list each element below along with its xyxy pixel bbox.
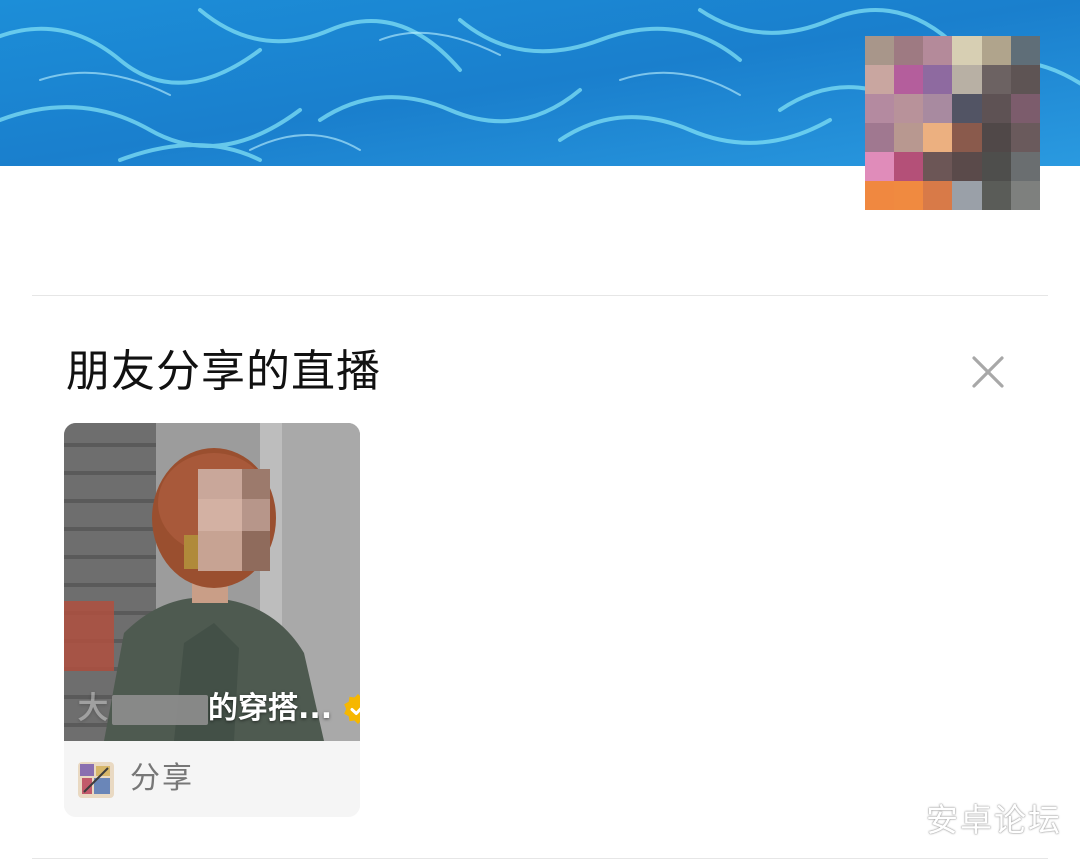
avatar-pixel [923, 181, 953, 210]
avatar-pixel [952, 65, 982, 94]
shared-live-thumbnail [78, 762, 114, 798]
close-button[interactable] [962, 346, 1014, 398]
bottom-divider [32, 858, 1048, 859]
avatar-pixel [952, 152, 982, 181]
avatar-pixel [865, 152, 895, 181]
avatar-pixel [894, 65, 924, 94]
live-title-visible: 的穿搭... [208, 691, 333, 726]
close-icon [972, 356, 1004, 388]
avatar-pixel [1010, 181, 1040, 210]
avatar-pixel [865, 94, 895, 123]
avatar-pixel [981, 123, 1011, 152]
avatar-pixel [923, 94, 953, 123]
avatar-pixel [894, 152, 924, 181]
avatar-pixel [1010, 36, 1040, 65]
live-title-text: 大 的穿搭... [78, 689, 332, 729]
avatar-pixel [865, 123, 895, 152]
avatar-pixel [952, 36, 982, 65]
avatar-pixel [981, 94, 1011, 123]
avatar-pixel [865, 65, 895, 94]
shared-live-card[interactable]: 大 的穿搭... 分享 [64, 423, 360, 817]
avatar-pixel [923, 123, 953, 152]
header-divider [32, 295, 1048, 296]
share-label: 分享 [130, 761, 194, 796]
live-title-prefix: 大 [78, 691, 108, 726]
avatar-pixel [981, 65, 1011, 94]
avatar-pixel [923, 152, 953, 181]
avatar-pixel [1010, 94, 1040, 123]
avatar-pixel [865, 36, 895, 65]
share-row: 分享 [64, 741, 360, 817]
avatar-pixel [952, 181, 982, 210]
blurred-name [112, 694, 208, 725]
watermark: 安卓论坛 [925, 801, 1062, 839]
avatar-pixel [1010, 152, 1040, 181]
avatar-pixel [952, 94, 982, 123]
avatar-pixel [923, 36, 953, 65]
avatar-pixel [981, 36, 1011, 65]
avatar-pixel [923, 65, 953, 94]
avatar-pixel [1010, 65, 1040, 94]
live-title: 大 的穿搭... [78, 689, 360, 729]
avatar-pixel [981, 152, 1011, 181]
avatar[interactable] [865, 36, 1040, 210]
live-thumbnail: 大 的穿搭... [64, 423, 360, 741]
avatar-pixel [865, 181, 895, 210]
section-title: 朋友分享的直播 [66, 346, 381, 397]
avatar-pixel [981, 181, 1011, 210]
avatar-pixel [894, 36, 924, 65]
avatar-pixel [894, 94, 924, 123]
avatar-pixel [952, 123, 982, 152]
avatar-pixel [894, 123, 924, 152]
avatar-pixel [894, 181, 924, 210]
moments-page: 朋友分享的直播 大 的穿搭... 分享 安卓论坛 [0, 0, 1080, 862]
verified-badge-icon [344, 694, 360, 724]
avatar-pixel [1010, 123, 1040, 152]
